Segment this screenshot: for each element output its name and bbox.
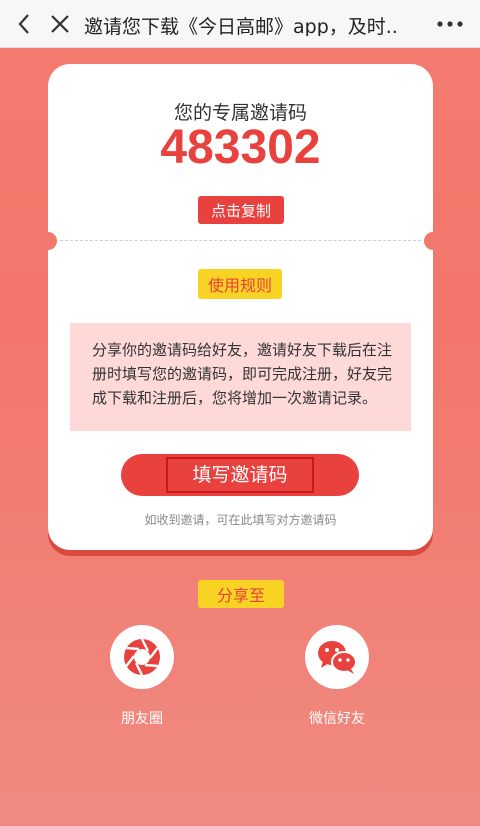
close-icon[interactable] bbox=[46, 10, 74, 38]
card-notch-left bbox=[39, 232, 57, 250]
invite-code-value: 483302 bbox=[160, 121, 321, 174]
top-bar: 邀请您下载《今日高邮》app，及时.. bbox=[0, 0, 480, 48]
fill-invite-code-button[interactable]: 填写邀请码 bbox=[121, 454, 359, 496]
share-title: 分享至 bbox=[198, 580, 284, 608]
wechat-icon bbox=[318, 641, 357, 674]
share-wechat-label: 微信好友 bbox=[309, 711, 365, 727]
invite-card: 您的专属邀请码 483302 点击复制 使用规则 分享你的邀请码给好友，邀请好友… bbox=[39, 64, 442, 550]
fill-hint: 如收到邀请，可在此填写对方邀请码 bbox=[144, 513, 337, 527]
more-dots-icon[interactable] bbox=[434, 10, 466, 38]
rules-text: 分享你的邀请码给好友，邀请好友下载后在注册时填写您的邀请码，即可完成注册，好友完… bbox=[70, 323, 411, 431]
card-notch-right bbox=[424, 232, 442, 250]
share-wechat-button[interactable] bbox=[305, 625, 369, 689]
chevron-left-icon[interactable] bbox=[10, 10, 38, 38]
share-moments-button[interactable] bbox=[110, 625, 174, 689]
fill-invite-code-label: 填写邀请码 bbox=[166, 457, 314, 493]
moments-aperture-icon bbox=[124, 638, 160, 676]
share-moments-label: 朋友圈 bbox=[121, 711, 163, 727]
card-divider bbox=[60, 240, 421, 241]
copy-button[interactable]: 点击复制 bbox=[198, 196, 284, 224]
page-title: 邀请您下载《今日高邮》app，及时.. bbox=[84, 16, 398, 36]
rules-tag: 使用规则 bbox=[198, 269, 282, 299]
